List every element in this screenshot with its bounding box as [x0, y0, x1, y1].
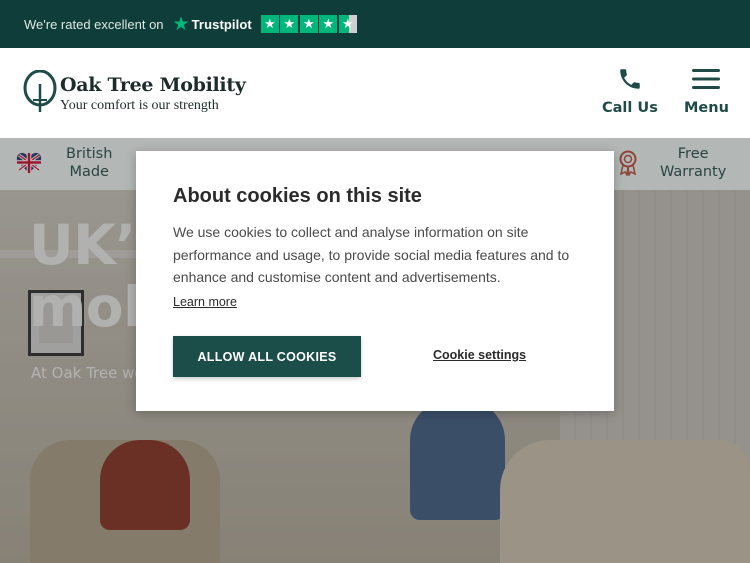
cookie-modal-body: We use cookies to collect and analyse in… [173, 224, 570, 285]
phone-icon [620, 69, 640, 89]
cookie-modal-title: About cookies on this site [173, 185, 422, 207]
menu-label: Menu [684, 100, 729, 116]
trustpilot-wordmark: Trustpilot [191, 16, 252, 32]
rated-text: We're rated excellent on [24, 16, 164, 32]
oak-tree-logo-icon[interactable] [23, 70, 57, 114]
logo-tagline: Your comfort is our strength [60, 98, 219, 113]
learn-more-link[interactable]: Learn more [173, 295, 237, 309]
call-us-label: Call Us [602, 100, 658, 116]
trustpilot-rating: ★ ★ ★ ★ ★ [260, 15, 359, 33]
call-us-button[interactable]: Call Us [602, 66, 658, 116]
trustpilot-bar: We're rated excellent on ★ Trustpilot ★ … [0, 0, 750, 48]
cookie-modal: About cookies on this site We use cookie… [136, 151, 614, 411]
star-icon: ★ [319, 15, 338, 33]
star-icon: ★ [299, 15, 318, 33]
trustpilot-star-icon: ★ [172, 12, 190, 35]
star-icon: ★ [260, 15, 279, 33]
hamburger-icon [692, 69, 721, 89]
cookie-settings-link[interactable]: Cookie settings [433, 348, 526, 362]
star-icon: ★ [280, 15, 299, 33]
logo-name[interactable]: Oak Tree Mobility [60, 74, 246, 96]
site-header: Oak Tree Mobility Your comfort is our st… [0, 48, 750, 138]
trustpilot-logo[interactable]: ★ Trustpilot [172, 12, 252, 35]
half-star-icon: ★ [338, 15, 357, 33]
allow-all-cookies-button[interactable]: ALLOW ALL COOKIES [173, 336, 361, 377]
menu-button[interactable]: Menu [684, 66, 729, 116]
